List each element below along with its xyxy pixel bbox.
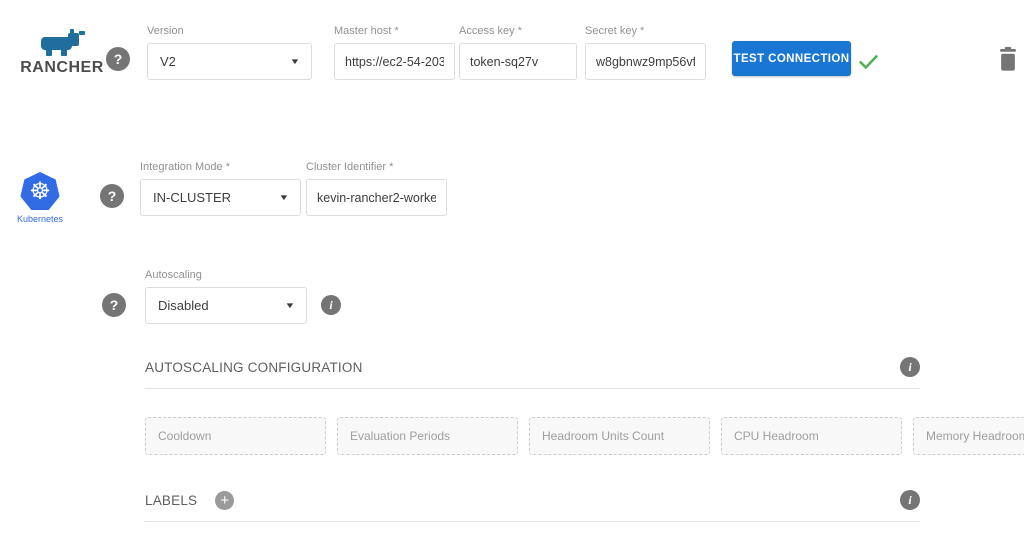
kubernetes-logo: ☸ Kubernetes <box>16 172 64 224</box>
integration-mode-value: IN-CLUSTER <box>153 190 231 205</box>
chevron-down-icon: ▼ <box>284 301 295 310</box>
autoscaling-label: Autoscaling <box>145 269 307 282</box>
master-host-label: Master host * <box>334 25 455 38</box>
help-icon-kubernetes[interactable]: ? <box>100 184 124 208</box>
version-select[interactable]: V2 ▼ <box>147 43 312 80</box>
version-label: Version <box>147 25 312 38</box>
kubernetes-helm-wheel-icon: ☸ <box>20 172 60 212</box>
cpu-headroom-input[interactable] <box>721 417 902 455</box>
access-key-label: Access key * <box>459 25 577 38</box>
autoscaling-configuration-title: AUTOSCALING CONFIGURATION <box>145 360 363 375</box>
autoscaling-value: Disabled <box>158 298 209 313</box>
rancher-logo: RANCHER <box>10 28 114 77</box>
cluster-identifier-field: Cluster Identifier * <box>306 161 447 216</box>
secret-key-label: Secret key * <box>585 25 706 38</box>
rancher-bull-icon <box>10 28 114 58</box>
help-icon-autoscaling[interactable]: ? <box>102 293 126 317</box>
cluster-identifier-label: Cluster Identifier * <box>306 161 447 174</box>
cooldown-input[interactable] <box>145 417 326 455</box>
memory-headroom-input[interactable] <box>913 417 1024 455</box>
info-icon-autoscaling[interactable]: i <box>321 295 341 315</box>
version-field: Version V2 ▼ <box>147 25 312 80</box>
integration-mode-select[interactable]: IN-CLUSTER ▼ <box>140 179 301 216</box>
section-divider <box>145 521 920 522</box>
help-icon-rancher[interactable]: ? <box>106 47 130 71</box>
info-icon-labels[interactable]: i <box>900 490 920 510</box>
labels-title: LABELS <box>145 493 197 508</box>
autoscaling-configuration-section: AUTOSCALING CONFIGURATION i <box>145 357 920 389</box>
chevron-down-icon: ▼ <box>289 57 300 66</box>
labels-section: LABELS + i <box>145 490 920 522</box>
secret-key-field: Secret key * <box>585 25 706 80</box>
trash-icon[interactable] <box>998 46 1018 77</box>
access-key-field: Access key * <box>459 25 577 80</box>
autoscaling-field: Autoscaling Disabled ▼ <box>145 269 307 324</box>
integration-mode-field: Integration Mode * IN-CLUSTER ▼ <box>140 161 301 216</box>
version-value: V2 <box>160 54 176 69</box>
kubernetes-logo-text: Kubernetes <box>16 214 64 224</box>
evaluation-periods-input[interactable] <box>337 417 518 455</box>
autoscaling-configuration-fields <box>145 417 920 455</box>
secret-key-input[interactable] <box>585 43 706 80</box>
section-divider <box>145 388 920 389</box>
info-icon-autoscaling-configuration[interactable]: i <box>900 357 920 377</box>
connection-success-check-icon <box>855 48 882 79</box>
master-host-input[interactable] <box>334 43 455 80</box>
autoscaling-select[interactable]: Disabled ▼ <box>145 287 307 324</box>
add-label-button[interactable]: + <box>215 491 234 510</box>
integration-mode-label: Integration Mode * <box>140 161 301 174</box>
kubernetes-icon: ☸ <box>20 172 60 212</box>
chevron-down-icon: ▼ <box>278 193 289 202</box>
rancher-logo-text: RANCHER <box>10 59 114 77</box>
cluster-identifier-input[interactable] <box>306 179 447 216</box>
master-host-field: Master host * <box>334 25 455 80</box>
access-key-input[interactable] <box>459 43 577 80</box>
test-connection-button[interactable]: TEST CONNECTION <box>732 41 851 76</box>
headroom-units-count-input[interactable] <box>529 417 710 455</box>
